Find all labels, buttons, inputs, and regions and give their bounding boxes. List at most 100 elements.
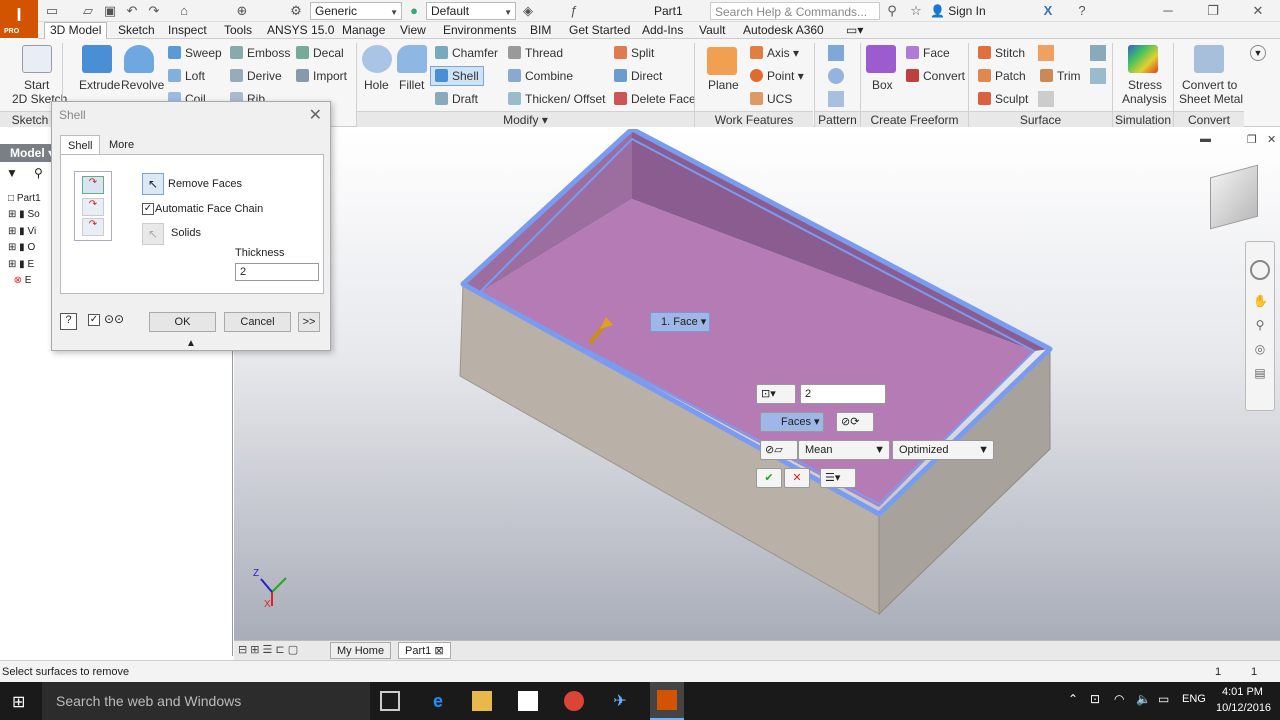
mini-thickness-input[interactable]: 2: [800, 384, 886, 404]
close-window-icon[interactable]: ✕: [1250, 3, 1266, 19]
preview-checkbox[interactable]: ✓: [88, 314, 100, 326]
fillet-button[interactable]: Fillet: [399, 78, 424, 92]
redo-icon[interactable]: ↷: [146, 3, 162, 19]
shell-button[interactable]: Shell: [430, 66, 484, 86]
orbit-icon[interactable]: ◎: [1253, 342, 1267, 356]
tab-inspect[interactable]: Inspect: [168, 23, 207, 39]
split-button[interactable]: Split: [614, 46, 654, 60]
chamfer-button[interactable]: Chamfer: [435, 46, 498, 60]
windows-start-icon[interactable]: ⊞: [12, 692, 25, 712]
tab-part1[interactable]: Part1 ⊠: [398, 642, 451, 659]
tab-get-started[interactable]: Get Started: [569, 23, 630, 39]
direct-button[interactable]: Direct: [614, 69, 662, 83]
minimize-icon[interactable]: ─: [1160, 3, 1176, 19]
tab-my-home[interactable]: My Home: [330, 642, 392, 659]
properties-icon[interactable]: ⚙: [288, 3, 304, 19]
tree-item-end[interactable]: ⊗ E: [8, 274, 32, 288]
draft-button[interactable]: Draft: [435, 92, 478, 106]
sculpt-button[interactable]: Sculpt: [978, 92, 1028, 106]
mini-cancel-icon[interactable]: ✕: [784, 468, 810, 488]
rectangular-pattern-icon[interactable]: [828, 45, 844, 61]
binoculars-icon[interactable]: ⚲: [884, 3, 900, 19]
delete-face-button[interactable]: Delete Face: [614, 92, 696, 106]
look-at-icon[interactable]: ▤: [1253, 366, 1267, 380]
taskbar-search-input[interactable]: Search the web and Windows: [42, 682, 370, 720]
browser-search-icon[interactable]: ⚲: [34, 166, 43, 180]
box-button[interactable]: Box: [872, 78, 893, 92]
collapse-arrow-icon[interactable]: ▲: [186, 338, 196, 349]
shell-inside-icon[interactable]: ↷: [82, 176, 104, 194]
expand-button[interactable]: >>: [298, 312, 320, 332]
extend-icon[interactable]: [1038, 45, 1054, 61]
repair-icon[interactable]: [1090, 45, 1106, 61]
mini-ok-check-icon[interactable]: ✔: [756, 468, 782, 488]
appearance-combo[interactable]: Default: [426, 2, 516, 20]
viewport-min-icon[interactable]: ▬: [1200, 133, 1211, 145]
stitch-button[interactable]: Stitch: [978, 46, 1025, 60]
mini-mean-select[interactable]: Mean ▼: [798, 440, 890, 460]
ok-button[interactable]: OK: [149, 312, 216, 332]
home-icon[interactable]: ⌂: [176, 3, 192, 19]
tab-ansys[interactable]: ANSYS 15.0: [267, 23, 334, 39]
clock-time[interactable]: 4:01 PM: [1222, 686, 1263, 698]
mini-chain-toggle[interactable]: ⊘⟳: [836, 412, 874, 432]
tab-view[interactable]: View: [400, 23, 426, 39]
volume-icon[interactable]: 🔈: [1136, 692, 1151, 706]
cancel-button[interactable]: Cancel: [224, 312, 291, 332]
patch-button[interactable]: Patch: [978, 69, 1026, 83]
app-icon-generic[interactable]: ✈: [610, 691, 630, 711]
point-button[interactable]: Point ▾: [750, 69, 804, 83]
clock-date[interactable]: 10/12/2016: [1216, 702, 1271, 714]
inventor-taskbar-button[interactable]: [650, 682, 684, 720]
loft-button[interactable]: Loft: [168, 69, 205, 83]
solids-selector-icon[interactable]: ↖: [142, 223, 164, 245]
save-icon[interactable]: ▣: [102, 3, 118, 19]
stress-analysis-button[interactable]: Stress: [1128, 78, 1162, 92]
plane-button[interactable]: Plane: [708, 78, 739, 92]
replace-face-icon[interactable]: [1038, 91, 1054, 107]
wifi-icon[interactable]: ◠: [1114, 692, 1124, 706]
panel-create-freeform[interactable]: Create Freeform: [861, 111, 968, 127]
fx-icon[interactable]: ƒ: [566, 3, 582, 19]
circular-pattern-icon[interactable]: [828, 68, 844, 84]
panel-work-features[interactable]: Work Features: [695, 111, 813, 127]
hole-button[interactable]: Hole: [364, 78, 389, 92]
steering-wheel-icon[interactable]: [1250, 260, 1270, 280]
tab-3d-model[interactable]: 3D Model: [44, 22, 108, 40]
convert-button[interactable]: Convert: [906, 69, 965, 83]
tray-ime-icon[interactable]: ⊡: [1090, 692, 1100, 706]
viewport-restore-icon[interactable]: ❐: [1247, 133, 1257, 146]
combine-button[interactable]: Combine: [508, 69, 573, 83]
viewport-close-icon[interactable]: ✕: [1267, 133, 1276, 146]
tab-vault[interactable]: Vault: [699, 23, 725, 39]
filter-icon[interactable]: ▼: [6, 166, 18, 180]
open-icon[interactable]: ▱: [80, 3, 96, 19]
tab-sketch[interactable]: Sketch: [118, 23, 155, 39]
chrome-icon[interactable]: [564, 691, 584, 711]
auto-face-chain-checkbox[interactable]: ✓: [142, 203, 154, 215]
tab-close-icon[interactable]: ⊠: [434, 645, 443, 657]
face-button[interactable]: Face: [906, 46, 950, 60]
decal-button[interactable]: Decal: [296, 46, 344, 60]
material-combo[interactable]: Generic: [310, 2, 402, 20]
trim-button[interactable]: Trim: [1040, 69, 1081, 83]
tab-shell[interactable]: Shell: [60, 135, 101, 155]
restore-icon[interactable]: ❐: [1205, 3, 1221, 19]
help-icon[interactable]: ?: [60, 313, 77, 330]
application-menu-button[interactable]: I PRO: [0, 0, 38, 38]
tab-add-ins[interactable]: Add-Ins: [642, 23, 683, 39]
select-icon[interactable]: ⊕: [234, 3, 250, 19]
tab-manage[interactable]: Manage: [342, 23, 385, 39]
panel-pattern[interactable]: Pattern: [815, 111, 860, 127]
mini-faces-button[interactable]: Faces ▾: [760, 412, 824, 432]
fit-mesh-icon[interactable]: [1090, 68, 1106, 84]
mini-approx-toggle[interactable]: ⊘▱: [760, 440, 798, 460]
tab-tools[interactable]: Tools: [224, 23, 252, 39]
help-icon[interactable]: ?: [1074, 3, 1090, 19]
start-sketch-button[interactable]: Start: [24, 78, 49, 92]
zoom-icon[interactable]: ⚲: [1253, 318, 1267, 332]
new-file-icon[interactable]: ▭: [44, 3, 60, 19]
emboss-button[interactable]: Emboss: [230, 46, 290, 60]
pan-icon[interactable]: ✋: [1253, 294, 1268, 308]
tile-views-icons[interactable]: ⊟ ⊞ ☰ ⊏ ▢: [238, 643, 298, 656]
